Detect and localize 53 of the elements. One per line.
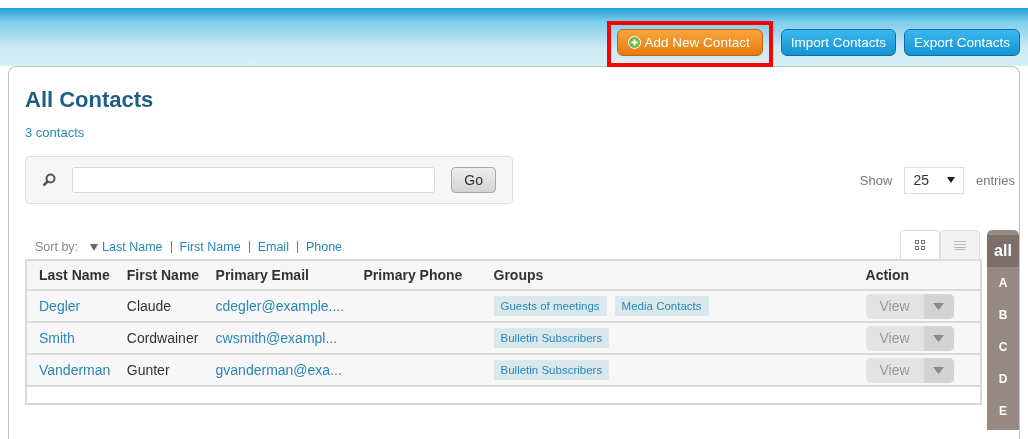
group-tag[interactable]: Bulletin Subscribers — [493, 360, 610, 380]
plus-circle-icon — [627, 36, 641, 49]
page-size-select[interactable]: 25 — [904, 166, 964, 194]
view-button[interactable]: View — [865, 293, 954, 319]
search-field[interactable] — [72, 167, 436, 193]
grid-view-tab[interactable] — [900, 230, 940, 259]
sort-option[interactable]: Phone — [305, 240, 343, 254]
sort-option[interactable]: Last Name — [90, 240, 163, 254]
contact-count: 3 contacts — [25, 125, 85, 140]
toolbar-button[interactable]: Import Contacts — [780, 29, 896, 56]
caret-icon — [933, 366, 945, 374]
grid-icon — [915, 240, 925, 250]
group-tag[interactable]: Bulletin Subscribers — [493, 328, 610, 348]
letter-filter[interactable]: D — [987, 363, 1019, 395]
column-header: Groups — [481, 260, 854, 290]
letter-filter[interactable]: C — [987, 331, 1019, 363]
list-icon — [954, 240, 966, 250]
email-link[interactable]: gvanderman@exa... — [203, 354, 352, 386]
sort-option[interactable]: Email — [257, 240, 289, 254]
table-cell: Cordwainer — [114, 322, 204, 354]
letter-filter[interactable]: E — [987, 395, 1019, 427]
sort-label: Sort by: — [35, 240, 79, 254]
table-cell: Claude — [114, 290, 204, 322]
add-contact-button[interactable]: Add New Contact — [616, 29, 763, 56]
letter-filter[interactable]: all — [987, 235, 1019, 267]
toolbar-button[interactable]: Export Contacts — [903, 29, 1020, 56]
caret-icon — [933, 334, 945, 342]
view-button[interactable]: View — [865, 357, 954, 383]
entries-label: entries — [975, 172, 1015, 188]
group-tag[interactable]: Media Contacts — [614, 296, 709, 316]
search-icon — [42, 173, 56, 187]
contact-link[interactable]: Smith — [26, 322, 115, 354]
letter-filter[interactable]: B — [987, 299, 1019, 331]
show-label: Show — [859, 172, 893, 188]
email-link[interactable]: cwsmith@exampl... — [203, 322, 352, 354]
column-header: Primary Phone — [351, 260, 482, 290]
contact-link[interactable]: Degler — [26, 290, 115, 322]
caret-icon — [946, 177, 955, 183]
table-cell: Gunter — [114, 354, 204, 386]
sort-arrow-icon — [90, 243, 99, 251]
contact-link[interactable]: Vanderman — [26, 354, 115, 386]
column-header: Primary Email — [203, 260, 352, 290]
page-title: All Contacts — [25, 86, 154, 114]
view-button[interactable]: View — [865, 325, 954, 351]
email-link[interactable]: cdegler@example.... — [203, 290, 352, 322]
letter-filter[interactable]: A — [987, 267, 1019, 299]
column-header: Action — [853, 260, 981, 290]
sort-option[interactable]: First Name — [179, 240, 241, 254]
column-header: Last Name — [26, 260, 115, 290]
column-header: First Name — [114, 260, 204, 290]
go-button[interactable]: Go — [451, 167, 496, 193]
group-tag[interactable]: Guests of meetings — [493, 296, 607, 316]
caret-icon — [933, 302, 945, 310]
